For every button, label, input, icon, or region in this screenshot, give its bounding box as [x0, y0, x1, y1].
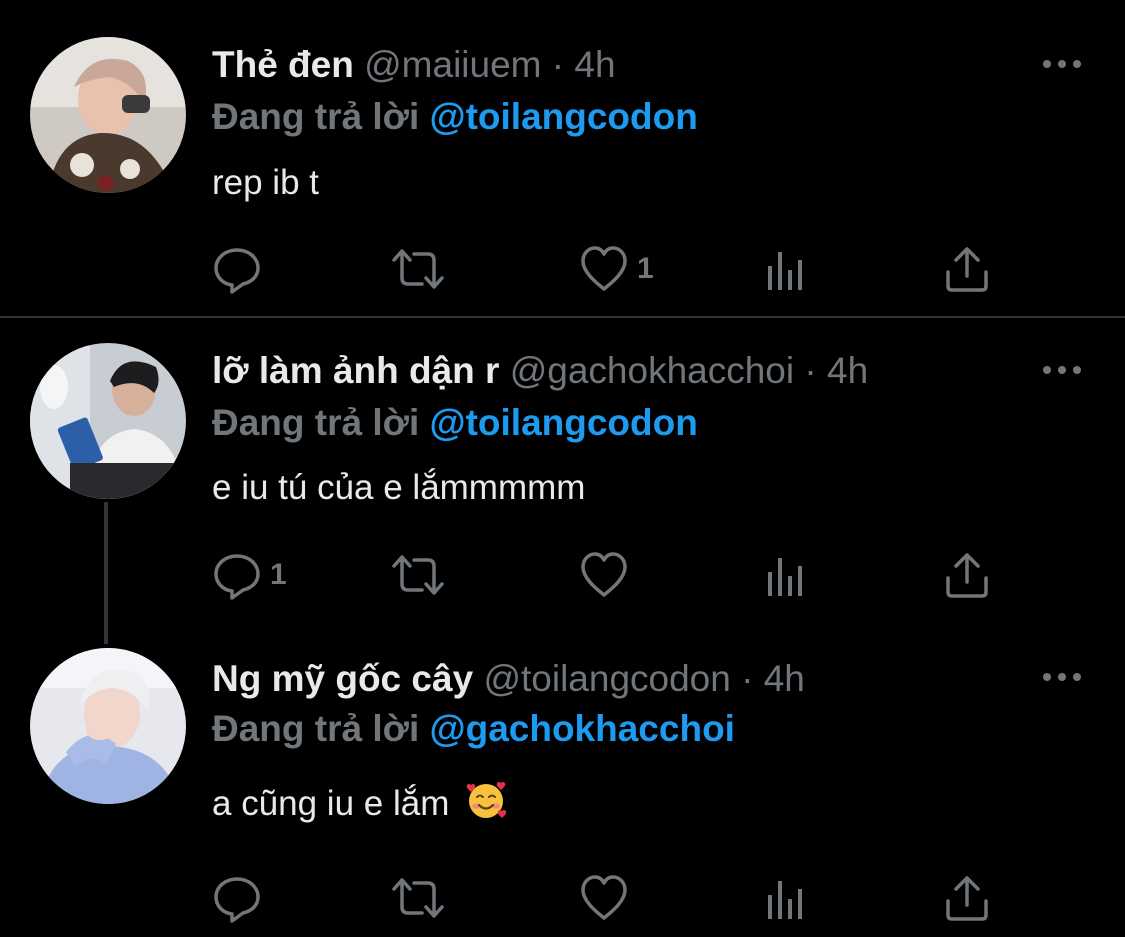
reply-icon [214, 554, 260, 600]
tweet-text: a cũng iu e lắm [212, 784, 450, 823]
thread-connector [104, 502, 108, 644]
share-button[interactable] [942, 549, 992, 601]
reply-button[interactable] [212, 872, 270, 924]
tweet[interactable]: Thẻ đen @maiiuem · 4h Đang trả lời @toil… [0, 0, 1125, 316]
analytics-icon [768, 558, 802, 596]
reply-icon [214, 877, 260, 923]
action-bar [212, 872, 1002, 924]
timestamp[interactable]: 4h [764, 658, 805, 699]
retweet-icon [392, 878, 444, 918]
avatar[interactable] [30, 343, 186, 499]
action-bar: 1 [212, 243, 1002, 295]
share-icon [946, 876, 988, 921]
more-button[interactable] [1038, 667, 1086, 687]
reply-button[interactable] [212, 243, 270, 295]
share-icon [946, 553, 988, 598]
share-icon [946, 247, 988, 292]
reply-button[interactable]: 1 [212, 549, 287, 601]
replying-to-mention[interactable]: @toilangcodon [430, 402, 698, 443]
analytics-button[interactable] [764, 549, 808, 601]
tweet-text-container: a cũng iu e lắm [212, 779, 507, 829]
analytics-button[interactable] [764, 872, 808, 924]
replying-to-mention[interactable]: @gachokhacchoi [430, 708, 735, 749]
like-icon [581, 552, 627, 597]
tweet-header: Ng mỹ gốc cây @toilangcodon · 4h [212, 654, 805, 704]
tweet[interactable]: lỡ làm ảnh dận r @gachokhacchoi · 4h Đan… [0, 318, 1125, 638]
like-button[interactable] [579, 872, 637, 924]
user-handle[interactable]: @toilangcodon [483, 658, 730, 699]
retweet-icon [392, 555, 444, 595]
tweet-header: lỡ làm ảnh dận r @gachokhacchoi · 4h [212, 346, 868, 396]
retweet-icon [392, 249, 444, 289]
reply-count: 1 [270, 558, 287, 591]
display-name[interactable]: lỡ làm ảnh dận r [212, 350, 499, 391]
retweet-button[interactable] [390, 549, 454, 601]
timestamp[interactable]: 4h [827, 350, 868, 391]
user-handle[interactable]: @gachokhacchoi [510, 350, 794, 391]
like-icon [581, 875, 627, 920]
tweet-header: Thẻ đen @maiiuem · 4h [212, 40, 616, 90]
display-name[interactable]: Thẻ đen [212, 44, 354, 85]
share-button[interactable] [942, 872, 992, 924]
smiling-face-with-hearts-icon [465, 779, 507, 835]
replying-to-label: Đang trả lời [212, 402, 420, 443]
replying-to: Đang trả lời @toilangcodon [212, 398, 698, 448]
timestamp[interactable]: 4h [574, 44, 615, 85]
replying-to-label: Đang trả lời [212, 96, 420, 137]
action-bar: 1 [212, 549, 1002, 601]
tweet-text: rep ib t [212, 163, 319, 202]
more-button[interactable] [1038, 54, 1086, 74]
like-icon [581, 246, 627, 291]
retweet-button[interactable] [390, 872, 454, 924]
more-icon [1043, 366, 1081, 374]
replying-to: Đang trả lời @toilangcodon [212, 92, 698, 142]
more-button[interactable] [1038, 360, 1086, 380]
reply-icon [214, 248, 260, 294]
replying-to: Đang trả lời @gachokhacchoi [212, 704, 735, 754]
analytics-icon [768, 881, 802, 919]
avatar[interactable] [30, 648, 186, 804]
replying-to-label: Đang trả lời [212, 708, 420, 749]
display-name[interactable]: Ng mỹ gốc cây [212, 658, 473, 699]
like-count: 1 [637, 252, 654, 285]
tweet-text: e iu tú của e lắmmmmm [212, 468, 586, 507]
like-button[interactable]: 1 [579, 243, 654, 295]
separator-dot: · [741, 658, 754, 699]
separator-dot: · [804, 350, 817, 391]
separator-dot: · [551, 44, 565, 85]
more-icon [1043, 673, 1081, 681]
retweet-button[interactable] [390, 243, 454, 295]
analytics-icon [768, 252, 802, 290]
like-button[interactable] [579, 549, 637, 601]
avatar[interactable] [30, 37, 186, 193]
analytics-button[interactable] [764, 243, 808, 295]
more-icon [1043, 60, 1081, 68]
share-button[interactable] [942, 243, 992, 295]
tweet[interactable]: Ng mỹ gốc cây @toilangcodon · 4h Đang tr… [0, 624, 1125, 937]
user-handle[interactable]: @maiiuem [364, 44, 541, 85]
replying-to-mention[interactable]: @toilangcodon [430, 96, 698, 137]
